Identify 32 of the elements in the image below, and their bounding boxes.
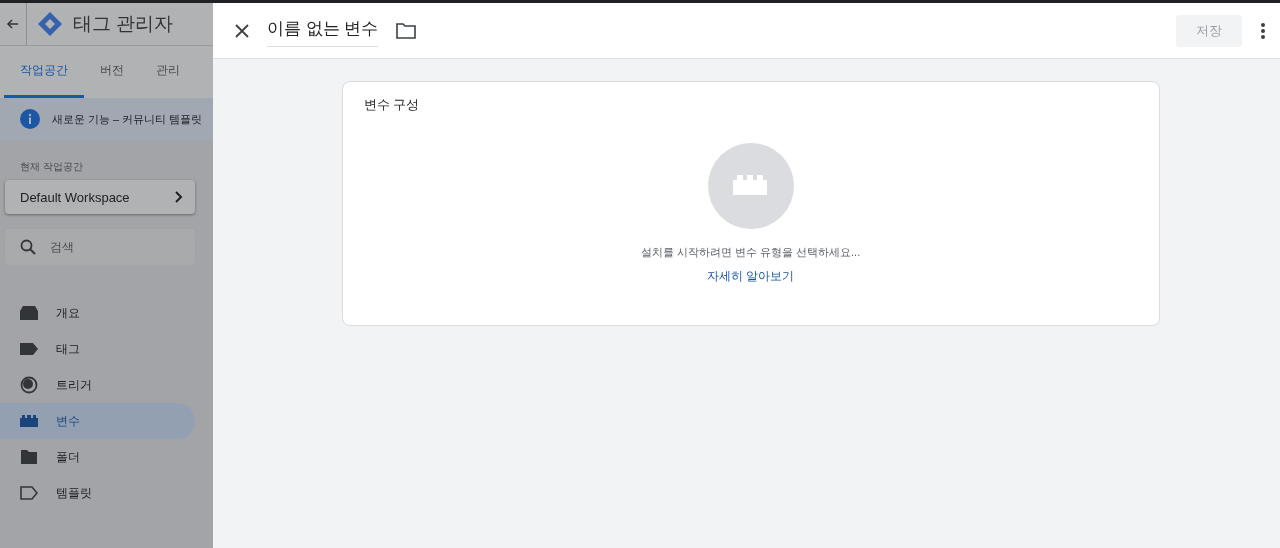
- nav-item[interactable]: 변수: [0, 403, 195, 439]
- tag-icon: [20, 343, 38, 355]
- banner-text: 새로운 기능 – 커뮤니티 템플릿: [52, 112, 203, 126]
- close-icon[interactable]: [235, 23, 249, 38]
- tab[interactable]: 관리: [140, 46, 196, 98]
- app-title: 태그 관리자: [73, 12, 174, 36]
- nav-item[interactable]: 트리거: [0, 367, 195, 403]
- circles-icon: [20, 376, 38, 394]
- learn-more-link[interactable]: 자세히 알아보기: [706, 268, 795, 285]
- diamond-logo-icon: [37, 11, 63, 37]
- card-title: 변수 구성: [363, 96, 421, 114]
- folder-icon: [21, 450, 37, 464]
- nav-item[interactable]: 템플릿: [0, 475, 195, 511]
- tag-outline-icon: [20, 486, 38, 500]
- brick-placeholder-icon: [707, 143, 794, 229]
- info-icon: [20, 109, 40, 129]
- tray-icon: [20, 306, 38, 320]
- nav-item[interactable]: 태그: [0, 331, 195, 367]
- search-field[interactable]: 검색: [5, 229, 195, 265]
- nav-item[interactable]: 개요: [0, 295, 195, 331]
- empty-state-message: 설치를 시작하려면 변수 유형을 선택하세요...: [640, 245, 861, 260]
- more-menu-icon[interactable]: [1260, 21, 1266, 40]
- chevron-right-icon: [175, 191, 183, 203]
- nav-item[interactable]: 폴더: [0, 439, 195, 475]
- tab[interactable]: 버전: [84, 46, 140, 98]
- workspace-caption: 현재 작업공간: [20, 160, 84, 174]
- workspace-selector[interactable]: Default Workspace: [5, 180, 195, 214]
- search-icon: [20, 239, 36, 255]
- variable-name-field[interactable]: 이름 없는 변수: [267, 14, 379, 47]
- configuration-card[interactable]: 변수 구성 설치를 시작하려면 변수 유형을 선택하세요... 자세히 알아보기: [341, 81, 1160, 326]
- brick-icon: [20, 415, 38, 427]
- folder-outline-icon[interactable]: [396, 22, 417, 39]
